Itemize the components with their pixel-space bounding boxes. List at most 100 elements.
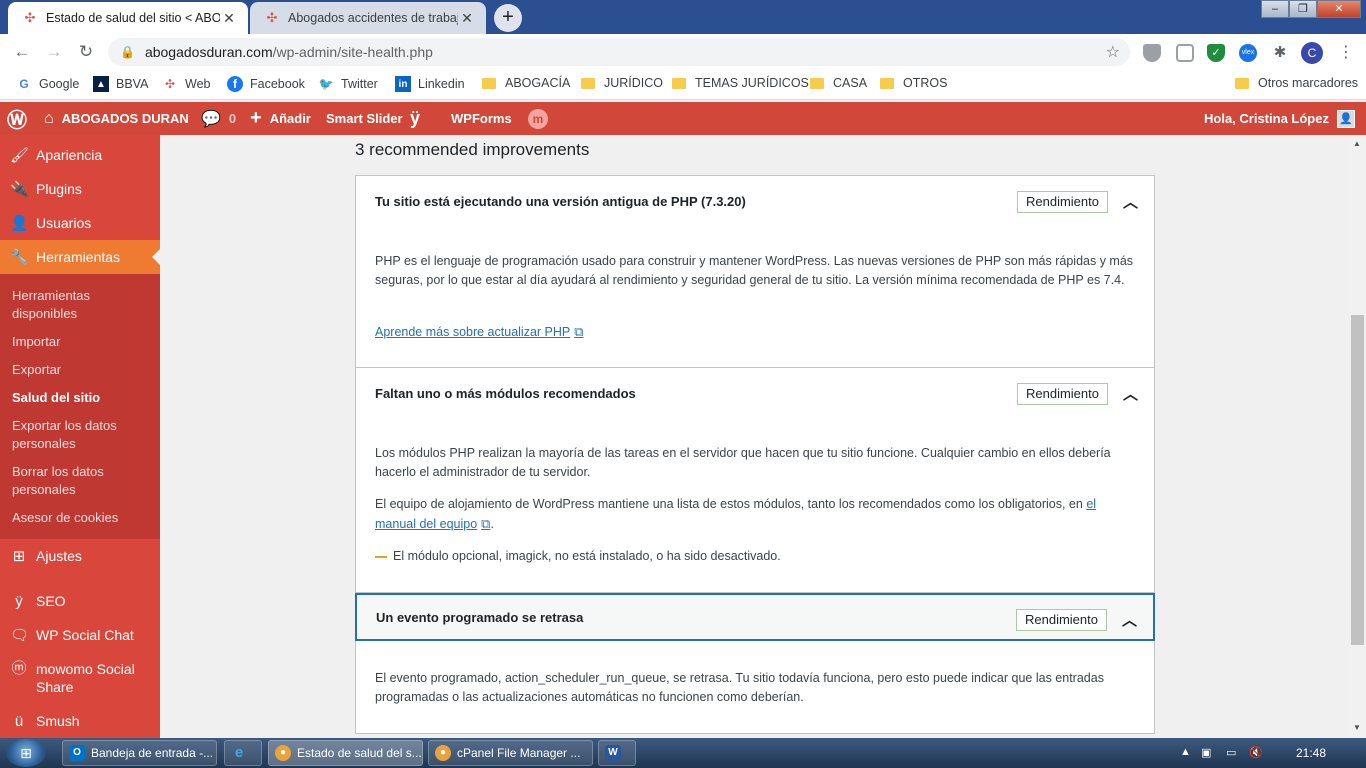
page-scrollbar[interactable]: ▲ ▼	[1349, 135, 1366, 738]
site-name: ABOGADOS DURAN	[61, 111, 189, 126]
tray-expand-icon[interactable]: ▲	[1180, 746, 1191, 758]
screen-extension-icon[interactable]	[1176, 44, 1194, 62]
close-window-button[interactable]: ✕	[1317, 0, 1361, 18]
bookmark-folder-temas-juridicos[interactable]: TEMAS JURÍDICOS	[672, 76, 809, 90]
admin-sidebar: 🖌 Apariencia 🔌 Plugins 👤 Usuarios 🔧 Herramie…	[0, 135, 160, 738]
taskbar-clock[interactable]: 21:48	[1296, 746, 1326, 760]
add-new-link[interactable]: + Añadir	[250, 102, 311, 135]
bookmark-facebook[interactable]: f Facebook	[227, 76, 305, 92]
minimize-window-button[interactable]: –	[1261, 0, 1289, 18]
tray-app-icon[interactable]: ▣	[1201, 746, 1211, 759]
task-word[interactable]: W	[598, 740, 636, 766]
new-tab-button[interactable]: +	[494, 4, 522, 32]
reload-icon[interactable]: ↻	[74, 40, 98, 64]
chevron-up-icon[interactable]: ︿	[1123, 383, 1138, 404]
browser-menu-icon[interactable]: ⋮	[1338, 42, 1354, 62]
yoast-icon[interactable]: ÿ	[410, 102, 420, 135]
menu-label: Usuarios	[36, 215, 92, 231]
menu-plugins[interactable]: 🔌 Plugins	[0, 172, 160, 206]
smart-slider-link[interactable]: Smart Slider	[326, 102, 403, 135]
profile-avatar[interactable]: C	[1301, 42, 1323, 64]
chevron-up-icon[interactable]: ︿	[1123, 191, 1138, 212]
submenu-importar[interactable]: Importar	[12, 333, 152, 351]
back-icon[interactable]: ←	[10, 40, 34, 64]
bookmark-other-bookmarks[interactable]: Otros marcadores	[1235, 76, 1358, 90]
menu-usuarios[interactable]: 👤 Usuarios	[0, 206, 160, 240]
submenu-herramientas-disponibles[interactable]: Herramientas disponibles	[12, 287, 152, 323]
menu-wp-social-chat[interactable]: 🗨 WP Social Chat	[0, 618, 160, 652]
task-chrome-cpanel[interactable]: ● cPanel File Manager ...	[428, 740, 593, 766]
menu-herramientas[interactable]: 🔧 Herramientas	[0, 240, 160, 274]
site-name-link[interactable]: ⌂ ABOGADOS DURAN	[44, 102, 189, 135]
home-icon: ⌂	[44, 109, 54, 127]
address-bar[interactable]: 🔒 abogadosduran.com/wp-admin/site-health…	[108, 38, 1130, 66]
bookmark-folder-casa[interactable]: CASA	[810, 76, 867, 90]
menu-label: WP Social Chat	[36, 627, 134, 643]
task-label: Bandeja de entrada -...	[91, 746, 214, 760]
wpforms-link[interactable]: WPForms	[451, 102, 512, 135]
volume-muted-icon[interactable]: 🔇	[1249, 746, 1263, 759]
maximize-window-button[interactable]: ❐	[1289, 0, 1317, 18]
status-badge: Rendimiento	[1016, 609, 1107, 631]
menu-seo[interactable]: ÿ SEO	[0, 584, 160, 618]
bookmark-folder-otros[interactable]: OTROS	[880, 76, 947, 90]
bookmark-label: Twitter	[341, 77, 378, 91]
menu-smush[interactable]: ü Smush	[0, 704, 160, 738]
bookmark-folder-juridico[interactable]: JURÍDICO	[581, 76, 663, 90]
settings-icon: ⊞	[12, 548, 26, 565]
scroll-up-icon[interactable]: ▲	[1353, 139, 1361, 148]
bookmark-label: OTROS	[903, 76, 948, 90]
bookmark-google[interactable]: G Google	[16, 76, 79, 92]
wp-admin-bar: Ⓦ ⌂ ABOGADOS DURAN 💬 0 + Añadir Smart Slide…	[0, 102, 1366, 135]
submenu-exportar[interactable]: Exportar	[12, 361, 152, 379]
avatar: 👤	[1336, 109, 1355, 128]
task-chrome-site-health[interactable]: ● Estado de salud del s...	[268, 740, 423, 766]
issue-header[interactable]: Un evento programado se retrasa Rendimie…	[355, 593, 1155, 641]
wrench-icon: 🔧	[10, 249, 29, 266]
forward-icon[interactable]: →	[42, 40, 66, 64]
scroll-down-icon[interactable]: ▼	[1353, 723, 1361, 732]
task-outlook[interactable]: O Bandeja de entrada -...	[62, 740, 217, 766]
learn-more-php-link[interactable]: Aprende más sobre actualizar PHP ⧉	[375, 322, 1135, 342]
menu-label: Herramientas	[36, 249, 121, 265]
menu-apariencia[interactable]: 🖌 Apariencia	[0, 138, 160, 172]
submenu-asesor-cookies[interactable]: Asesor de cookies	[12, 509, 152, 527]
extensions-puzzle-icon[interactable]: ✱	[1271, 44, 1289, 62]
tab-abogados[interactable]: ✣ Abogados accidentes de trabajo ✕	[250, 2, 486, 34]
network-icon[interactable]: ▭	[1226, 746, 1236, 759]
bookmark-star-icon[interactable]: ☆	[1106, 42, 1120, 62]
shield-extension-icon[interactable]	[1143, 44, 1161, 62]
close-tab-icon[interactable]: ✕	[220, 10, 238, 27]
bookmark-twitter[interactable]: 🐦 Twitter	[318, 76, 378, 92]
submenu-borrar-datos[interactable]: Borrar los datos personales	[12, 463, 152, 499]
submenu-exportar-datos[interactable]: Exportar los datos personales	[12, 417, 152, 453]
bookmark-bbva[interactable]: ▲ BBVA	[93, 76, 148, 92]
issue-header[interactable]: Tu sitio está ejecutando una versión ant…	[356, 177, 1154, 225]
menu-mowomo-social-share[interactable]: ⓜ mowomo Social Share	[0, 652, 160, 704]
start-button[interactable]: ⊞	[6, 739, 46, 767]
security-extension-icon[interactable]: ✓	[1207, 44, 1225, 62]
greeting-text: Hola, Cristina López	[1204, 111, 1329, 126]
tab-title: Estado de salud del sitio < ABOG	[46, 11, 220, 25]
submenu-salud-del-sitio[interactable]: Salud del sitio	[12, 389, 152, 407]
windows-taskbar: ⊞ O Bandeja de entrada -... e ● Estado de …	[0, 738, 1366, 768]
comments-link[interactable]: 💬 0	[201, 102, 236, 135]
bookmark-web[interactable]: ✣ Web	[162, 76, 211, 92]
issue-panel-scheduled-event: Un evento programado se retrasa Rendimie…	[355, 592, 1155, 734]
close-tab-icon[interactable]: ✕	[458, 10, 476, 27]
issue-description: Los módulos PHP realizan la mayoría de l…	[375, 446, 1111, 479]
bookmark-linkedin[interactable]: in Linkedin	[395, 76, 465, 92]
plugin-icon: 🔌	[10, 181, 29, 198]
mowomo-icon[interactable]: m	[528, 102, 548, 135]
chevron-up-icon[interactable]: ︿	[1122, 609, 1137, 630]
tab-site-health[interactable]: ✣ Estado de salud del sitio < ABOG ✕	[8, 2, 248, 34]
menu-ajustes[interactable]: ⊞ Ajustes	[0, 539, 160, 573]
vlex-extension-icon[interactable]: vlex	[1239, 44, 1257, 62]
scroll-thumb[interactable]	[1351, 315, 1364, 645]
issue-header[interactable]: Faltan uno o más módulos recomendados Re…	[356, 369, 1154, 417]
wordpress-logo-icon[interactable]: Ⓦ	[7, 102, 27, 135]
bookmark-folder-abogacia[interactable]: ABOGACÍA	[482, 76, 570, 90]
task-internet-explorer[interactable]: e	[224, 740, 262, 766]
my-account-link[interactable]: Hola, Cristina López 👤	[1204, 102, 1355, 135]
link-text[interactable]: Aprende más sobre actualizar PHP	[375, 325, 570, 339]
